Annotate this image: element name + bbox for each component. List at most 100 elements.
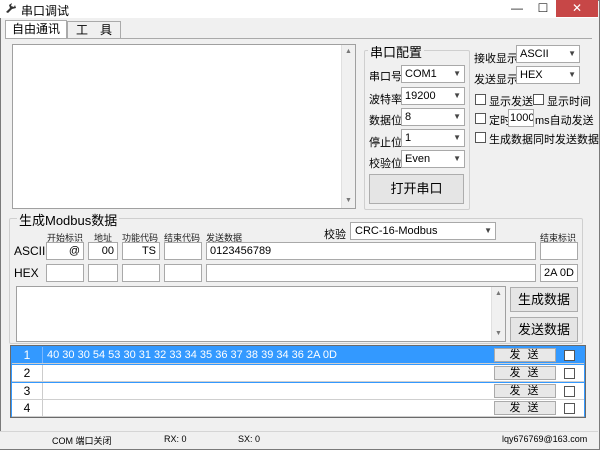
scroll-up-icon[interactable]: ▲ — [342, 45, 355, 59]
check-label: 校验 — [324, 229, 346, 241]
row-number: 4 — [23, 401, 31, 415]
modbus-title: 生成Modbus数据 — [17, 210, 120, 229]
hex-row-label: HEX — [14, 266, 39, 280]
show-send-label: 显示发送 — [489, 96, 533, 108]
data-bits-select[interactable]: 8 ▼ — [401, 108, 465, 126]
hex-addr-input[interactable] — [88, 264, 118, 282]
chevron-down-icon: ▼ — [568, 49, 576, 58]
data-bits-value: 8 — [405, 111, 412, 123]
stop-bits-label: 停止位 — [369, 137, 402, 149]
receive-scrollbar[interactable]: ▲ ▼ — [341, 45, 355, 208]
parity-select[interactable]: Even ▼ — [401, 150, 465, 168]
row-send-button[interactable]: 发 送 — [494, 366, 556, 380]
ascii-func-input[interactable]: TS — [122, 242, 160, 260]
app-icon — [6, 3, 16, 13]
row-number: 3 — [23, 384, 31, 398]
row-number: 2 — [23, 366, 31, 380]
send-list-row[interactable]: 2 发 送 — [12, 365, 584, 382]
generate-data-button[interactable]: 生成数据 — [510, 287, 578, 312]
baud-select[interactable]: 19200 ▼ — [401, 87, 465, 105]
stop-bits-value: 1 — [405, 132, 412, 144]
row-checkbox[interactable] — [564, 350, 575, 361]
hex-data-input[interactable] — [206, 264, 536, 282]
send-display-select[interactable]: HEX ▼ — [516, 66, 580, 84]
rx-count: RX: 0 — [164, 434, 187, 444]
hex-func-input[interactable] — [122, 264, 160, 282]
row-number: 1 — [23, 348, 31, 362]
receive-textarea[interactable] — [12, 44, 356, 209]
send-list-row[interactable]: 1 40 30 30 54 53 30 31 32 33 34 35 36 37… — [12, 347, 584, 364]
chevron-down-icon: ▼ — [568, 70, 576, 79]
minimize-button[interactable]: — — [504, 0, 530, 17]
recv-display-label: 接收显示 — [474, 53, 518, 65]
close-button[interactable]: ✕ — [556, 0, 598, 17]
send-display-label: 发送显示 — [474, 74, 518, 86]
hex-end-code-input[interactable] — [164, 264, 202, 282]
timer-checkbox[interactable] — [475, 113, 486, 124]
row-data[interactable] — [42, 400, 492, 416]
baud-value: 19200 — [405, 90, 436, 102]
gen-send-label: 生成数据同时发送数据 — [489, 134, 599, 146]
chevron-down-icon: ▼ — [453, 91, 461, 100]
check-value: CRC-16-Modbus — [355, 225, 438, 237]
show-time-label: 显示时间 — [547, 96, 591, 108]
parity-label: 校验位 — [369, 158, 402, 170]
tab-tools[interactable]: 工 具 — [67, 21, 121, 39]
gen-send-checkbox[interactable] — [475, 132, 486, 143]
scroll-down-icon[interactable]: ▼ — [342, 194, 355, 208]
row-checkbox[interactable] — [564, 386, 575, 397]
hex-end-mark-input[interactable]: 2A 0D — [540, 264, 578, 282]
ascii-end-mark-input[interactable] — [540, 242, 578, 260]
row-send-button[interactable]: 发 送 — [494, 401, 556, 415]
recv-display-select[interactable]: ASCII ▼ — [516, 45, 580, 63]
tab-free-comm[interactable]: 自由通讯 — [5, 20, 67, 39]
timer-interval-input[interactable]: 1000 — [508, 109, 534, 127]
data-bits-label: 数据位 — [369, 115, 402, 127]
chevron-down-icon: ▼ — [484, 226, 492, 235]
ascii-addr-input[interactable]: 00 — [88, 242, 118, 260]
send-textarea[interactable] — [16, 286, 506, 342]
send-list-row[interactable]: 4 发 送 — [12, 400, 584, 417]
scroll-down-icon[interactable]: ▼ — [492, 327, 505, 341]
row-checkbox[interactable] — [564, 403, 575, 414]
row-data[interactable]: 40 30 30 54 53 30 31 32 33 34 35 36 37 3… — [42, 347, 492, 363]
port-value: COM1 — [405, 68, 437, 80]
ascii-data-input[interactable]: 0123456789 — [206, 242, 536, 260]
status-bar: COM 端口关闭 RX: 0 SX: 0 lqy676769@163.com — [0, 431, 598, 449]
parity-value: Even — [405, 153, 431, 165]
baud-label: 波特率 — [369, 94, 402, 106]
port-status: COM 端口关闭 — [52, 436, 112, 446]
open-port-button[interactable]: 打开串口 — [369, 174, 464, 204]
hex-start-input[interactable] — [46, 264, 84, 282]
send-data-button[interactable]: 发送数据 — [510, 317, 578, 342]
chevron-down-icon: ▼ — [453, 133, 461, 142]
maximize-button[interactable]: ☐ — [530, 0, 556, 17]
scroll-up-icon[interactable]: ▲ — [492, 287, 505, 301]
row-send-button[interactable]: 发 送 — [494, 384, 556, 398]
title-bar: 串口调试 — ☐ ✕ — [0, 0, 598, 18]
send-scrollbar[interactable]: ▲ ▼ — [491, 287, 505, 341]
ascii-end-code-input[interactable] — [164, 242, 202, 260]
row-checkbox[interactable] — [564, 368, 575, 379]
row-data[interactable] — [42, 383, 492, 399]
send-list-row[interactable]: 3 发 送 — [12, 383, 584, 400]
port-select[interactable]: COM1 ▼ — [401, 65, 465, 83]
timer-suffix-label: ms自动发送 — [535, 115, 594, 127]
row-send-button[interactable]: 发 送 — [494, 348, 556, 362]
row-data[interactable] — [42, 365, 492, 381]
window-title: 串口调试 — [21, 4, 70, 18]
author-email: lqy676769@163.com — [502, 434, 588, 444]
chevron-down-icon: ▼ — [453, 154, 461, 163]
sx-count: SX: 0 — [238, 434, 261, 444]
show-time-checkbox[interactable] — [533, 94, 544, 105]
ascii-start-input[interactable]: @ — [46, 242, 84, 260]
chevron-down-icon: ▼ — [453, 112, 461, 121]
stop-bits-select[interactable]: 1 ▼ — [401, 129, 465, 147]
recv-display-value: ASCII — [520, 48, 549, 60]
port-label: 串口号 — [369, 71, 402, 83]
show-send-checkbox[interactable] — [475, 94, 486, 105]
serial-config-title: 串口配置 — [368, 42, 425, 61]
check-select[interactable]: CRC-16-Modbus ▼ — [350, 222, 496, 240]
ascii-row-label: ASCII — [14, 244, 46, 258]
send-display-value: HEX — [520, 69, 543, 81]
